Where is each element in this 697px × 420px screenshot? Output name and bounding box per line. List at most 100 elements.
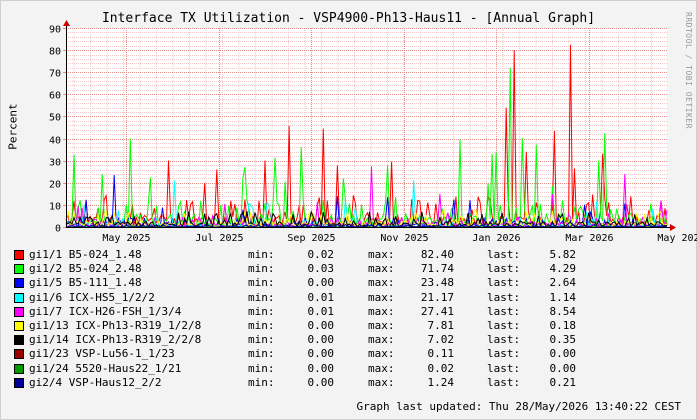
legend-series-name: gi1/13 ICX-Ph13-R319_1/2/8	[29, 319, 202, 332]
y-axis-arrow	[63, 20, 70, 26]
legend-swatch	[14, 250, 24, 260]
y-tick-label: 60	[49, 91, 61, 102]
legend-series-name: gi1/1 B5-024_1.48	[29, 248, 142, 261]
legend-min-value: 0.02	[307, 248, 335, 261]
y-tick-label: 90	[49, 25, 61, 36]
legend-max-value: 82.40	[420, 248, 454, 261]
legend-min-label: min:	[248, 333, 275, 347]
x-tick-label: Mar 2026	[565, 233, 613, 244]
legend-last-label: last:	[487, 304, 521, 318]
legend-swatch	[14, 363, 24, 374]
chart-svg: 0 10 20 30 40 50 60 70 80 90 May 2025 Jul 2025 Sep 2…	[49, 20, 697, 244]
legend-max-label: max:	[368, 248, 395, 261]
legend-last-value: 0.00	[549, 361, 577, 375]
legend-last-label: last:	[487, 319, 521, 332]
legend-min-label: min:	[248, 262, 275, 276]
legend-series-name: gi1/24 5520-Haus22_1/21	[29, 361, 182, 375]
legend-last-label: last:	[487, 361, 521, 375]
legend-min-label: min:	[248, 375, 275, 389]
y-tick-label: 10	[49, 202, 61, 213]
y-tick-label: 30	[49, 158, 61, 169]
legend-last-label: last:	[487, 290, 521, 304]
last-updated: Graph last updated: Thu 28/May/2026 13:4…	[356, 400, 681, 413]
legend-swatch	[14, 278, 24, 289]
x-tick-label: May 2026	[657, 233, 697, 244]
legend-last-value: 5.82	[549, 248, 577, 261]
plot-area	[66, 28, 667, 227]
y-tick-label: 40	[49, 136, 61, 147]
legend-max-value: 23.48	[420, 276, 454, 290]
x-tick-label: Nov 2025	[380, 233, 428, 244]
legend-max-value: 0.02	[427, 361, 455, 375]
legend-min-value: 0.00	[307, 276, 335, 290]
legend-last-value: 0.35	[549, 333, 577, 347]
legend-min-label: min:	[248, 276, 275, 290]
legend-min-value: 0.00	[307, 361, 335, 375]
legend-last-value: 2.64	[549, 276, 577, 290]
legend-last-value: 1.14	[549, 290, 577, 304]
legend-swatch	[14, 292, 24, 303]
legend-last-value: 0.21	[549, 375, 577, 389]
legend-swatch	[14, 264, 24, 275]
legend-min-value: 0.00	[307, 333, 335, 347]
legend-swatch	[14, 335, 24, 346]
y-tick-label: 20	[49, 180, 61, 191]
legend-min-value: 0.00	[307, 375, 335, 389]
x-axis-arrow	[670, 224, 676, 231]
legend-last-label: last:	[487, 333, 521, 347]
legend-series-name: gi1/7 ICX-H26-FSH_1/3/4	[29, 304, 182, 318]
y-tick-label: 0	[55, 224, 61, 235]
legend-last-label: last:	[487, 276, 521, 290]
x-tick-label: Sep 2025	[287, 233, 335, 244]
legend-max-value: 7.02	[427, 333, 455, 347]
legend-min-value: 0.00	[307, 319, 335, 332]
legend-min-value: 0.01	[307, 290, 335, 304]
legend-max-label: max:	[368, 375, 395, 389]
legend-min-label: min:	[248, 248, 275, 261]
legend-min-label: min:	[248, 290, 275, 304]
x-tick-label: Jan 2026	[472, 233, 520, 244]
legend-swatch	[14, 349, 24, 360]
legend-max-label: max:	[368, 333, 395, 347]
legend-last-label: last:	[487, 262, 521, 276]
legend-min-value: 0.01	[307, 304, 335, 318]
x-tick-label: Jul 2025	[195, 233, 243, 244]
legend-min-label: min:	[248, 361, 275, 375]
legend-min-label: min:	[248, 319, 275, 332]
legend-swatch	[14, 377, 24, 388]
legend-max-label: max:	[368, 262, 395, 276]
legend-max-value: 0.11	[427, 347, 455, 361]
legend-series-name: gi1/14 ICX-Ph13-R319_2/2/8	[29, 333, 202, 347]
legend-series-name: gi1/2 B5-024_2.48	[29, 262, 142, 276]
legend-last-label: last:	[487, 347, 521, 361]
legend-max-value: 7.81	[427, 319, 455, 332]
legend-max-label: max:	[368, 347, 395, 361]
legend-min-value: 0.00	[307, 347, 335, 361]
legend-last-value: 0.18	[549, 319, 577, 332]
legend-max-value: 27.41	[420, 304, 454, 318]
legend-last-value: 4.29	[549, 262, 577, 276]
legend-max-label: max:	[368, 276, 395, 290]
legend-max-label: max:	[368, 361, 395, 375]
legend-last-value: 8.54	[549, 304, 577, 318]
legend-series-name: gi1/23 VSP-Lu56-1_1/23	[29, 347, 175, 361]
y-tick-label: 70	[49, 69, 61, 80]
legend-swatch	[14, 321, 24, 331]
legend-series-name: gi2/4 VSP-Haus12_2/2	[29, 375, 162, 389]
y-tick-label: 50	[49, 113, 61, 124]
legend-max-value: 21.17	[420, 290, 454, 304]
legend-min-label: min:	[248, 347, 275, 361]
legend-max-label: max:	[368, 290, 395, 304]
x-tick-label: May 2025	[102, 233, 150, 244]
legend-last-label: last:	[487, 248, 521, 261]
legend-max-label: max:	[368, 319, 395, 332]
legend-swatch	[14, 306, 24, 317]
legend-min-value: 0.03	[307, 262, 335, 276]
legend-min-label: min:	[248, 304, 275, 318]
legend-series-name: gi1/6 ICX-HS5_1/2/2	[29, 290, 155, 304]
legend-series-name: gi1/5 B5-111_1.48	[29, 276, 142, 290]
legend-max-value: 71.74	[420, 262, 454, 276]
legend-max-label: max:	[368, 304, 395, 318]
legend-last-label: last:	[487, 375, 521, 389]
legend-max-value: 1.24	[427, 375, 455, 389]
